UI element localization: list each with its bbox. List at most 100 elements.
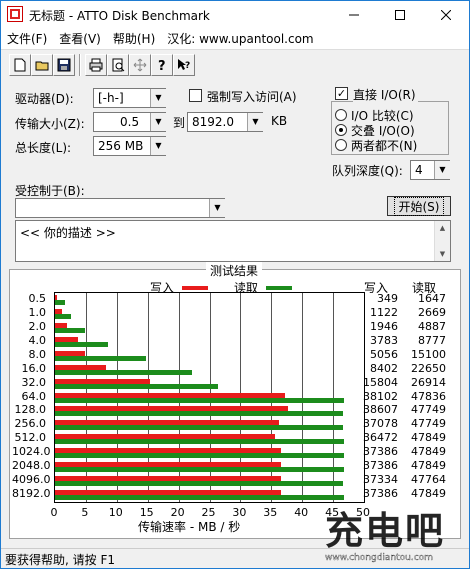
status-text: 要获得帮助, 请按 F1 bbox=[5, 553, 115, 567]
transfer-size-label: 2.0 bbox=[28, 319, 47, 333]
total-length-select[interactable]: 256 MB ▼ bbox=[93, 136, 166, 156]
svg-text:充电吧: 充电吧 bbox=[325, 509, 445, 553]
controlled-by-label: 受控制于(B): bbox=[15, 184, 85, 198]
chevron-down-icon: ▼ bbox=[150, 113, 166, 131]
read-bar bbox=[55, 313, 72, 319]
x-axis-title: 传输速率 - MB / 秒 bbox=[138, 520, 241, 534]
transfer-size-label: 4096.0 bbox=[12, 473, 51, 487]
read-bar bbox=[55, 425, 343, 431]
controlled-by-select[interactable]: ▼ bbox=[15, 198, 225, 218]
title-bar[interactable]: 无标题 - ATTO Disk Benchmark bbox=[1, 1, 469, 28]
direct-io-checkbox[interactable]: ✓ bbox=[335, 87, 348, 100]
read-bar bbox=[55, 397, 344, 403]
description-textarea[interactable]: << 你的描述 >> ▲ ▼ bbox=[15, 220, 451, 262]
neither-label: 两者都不(N) bbox=[351, 139, 418, 153]
window-title: 无标题 - ATTO Disk Benchmark bbox=[29, 9, 210, 23]
pointer-help-icon: ? bbox=[178, 59, 190, 71]
svg-text:?: ? bbox=[158, 59, 166, 72]
write-speed-value: 37386 bbox=[363, 487, 398, 501]
save-file-button[interactable] bbox=[53, 54, 75, 76]
read-speed-value: 47836 bbox=[411, 389, 446, 403]
save-disk-icon bbox=[57, 58, 71, 72]
read-bar bbox=[55, 369, 192, 375]
help-button[interactable]: ? bbox=[151, 54, 173, 76]
read-bar bbox=[55, 495, 344, 501]
queue-depth-select[interactable]: 4 ▼ bbox=[410, 160, 450, 180]
printer-icon bbox=[89, 58, 103, 72]
x-tick-label: 0 bbox=[50, 506, 58, 519]
menu-view[interactable]: 查看(V) bbox=[53, 30, 107, 47]
transfer-size-from-select[interactable]: 0.5 ▼ bbox=[93, 112, 166, 132]
x-tick-label: 35 bbox=[263, 506, 278, 519]
close-button[interactable] bbox=[423, 1, 469, 28]
bar-plot-area bbox=[54, 292, 365, 503]
results-group: 测试结果 写入 读取 写入 读取 0.5 1.0 2.0 4.0 8.0 16.0 32.0… bbox=[9, 262, 461, 539]
legend-read-swatch bbox=[266, 286, 292, 290]
maximize-button[interactable] bbox=[377, 1, 423, 28]
question-mark-icon: ? bbox=[158, 59, 166, 72]
scroll-down-icon[interactable]: ▼ bbox=[435, 247, 450, 261]
transfer-size-label: 128.0 bbox=[14, 403, 47, 417]
move-button[interactable] bbox=[129, 54, 151, 76]
description-scrollbar[interactable]: ▲ ▼ bbox=[434, 221, 450, 261]
chevron-down-icon: ▼ bbox=[150, 137, 166, 155]
move-arrows-icon bbox=[133, 58, 147, 72]
read-speed-value: 22650 bbox=[411, 361, 446, 375]
transfer-size-label: 8192.0 bbox=[12, 487, 51, 501]
transfer-size-label: 32.0 bbox=[21, 375, 47, 389]
print-button[interactable] bbox=[85, 54, 107, 76]
read-bar bbox=[55, 467, 344, 473]
overlapped-io-radio[interactable] bbox=[335, 124, 347, 136]
drive-select[interactable]: [-h-] ▼ bbox=[93, 88, 166, 108]
open-file-button[interactable] bbox=[31, 54, 53, 76]
transfer-size-label: 64.0 bbox=[21, 389, 47, 403]
transfer-size-label: 1024.0 bbox=[12, 445, 51, 459]
description-text: << 你的描述 >> bbox=[20, 226, 116, 240]
read-speed-value: 4887 bbox=[418, 319, 446, 333]
chevron-down-icon: ▼ bbox=[209, 199, 225, 217]
neither-radio[interactable] bbox=[335, 139, 347, 151]
transfer-size-to-select[interactable]: 8192.0 ▼ bbox=[187, 112, 263, 132]
transfer-size-label: 8.0 bbox=[28, 347, 47, 361]
close-icon bbox=[441, 9, 451, 20]
read-bar bbox=[55, 299, 65, 305]
transfer-to-label: 到 bbox=[173, 116, 186, 130]
toolbar: ? ? bbox=[1, 49, 469, 79]
transfer-size-label: 2048.0 bbox=[12, 459, 51, 473]
start-button[interactable]: 开始(S) bbox=[387, 196, 451, 216]
write-speed-value: 37386 bbox=[363, 445, 398, 459]
read-speed-value: 2669 bbox=[418, 305, 446, 319]
read-speed-value: 15100 bbox=[411, 347, 446, 361]
write-speed-value: 1946 bbox=[370, 319, 398, 333]
menu-localization-credit: 汉化: www.upantool.com bbox=[167, 32, 314, 46]
drive-select-value: [-h-] bbox=[98, 91, 124, 105]
menu-file[interactable]: 文件(F) bbox=[1, 30, 53, 47]
transfer-size-label: 4.0 bbox=[28, 333, 47, 347]
write-speed-value: 8402 bbox=[370, 361, 398, 375]
total-length-value: 256 MB bbox=[98, 139, 144, 153]
transfer-size-label: 传输大小(Z): bbox=[15, 117, 85, 131]
direct-io-label: 直接 I/O(R) bbox=[353, 86, 418, 103]
write-speed-value: 38102 bbox=[363, 389, 398, 403]
x-tick-label: 5 bbox=[81, 506, 89, 519]
read-speed-value: 47849 bbox=[411, 459, 446, 473]
read-speed-value: 47749 bbox=[411, 403, 446, 417]
x-tick-label: 40 bbox=[294, 506, 309, 519]
read-bar bbox=[55, 341, 109, 347]
print-preview-button[interactable] bbox=[107, 54, 129, 76]
legend-write-swatch bbox=[182, 286, 208, 290]
read-speed-value: 8777 bbox=[418, 333, 446, 347]
read-speed-value: 47849 bbox=[411, 431, 446, 445]
minimize-button[interactable] bbox=[331, 1, 377, 28]
new-file-button[interactable] bbox=[9, 54, 31, 76]
queue-depth-label: 队列深度(Q): bbox=[332, 164, 403, 178]
read-bar bbox=[55, 481, 343, 487]
transfer-size-label: 512.0 bbox=[14, 431, 47, 445]
menu-bar: 文件(F) 查看(V) 帮助(H) 汉化: www.upantool.com bbox=[1, 28, 469, 49]
menu-help[interactable]: 帮助(H) bbox=[107, 30, 161, 47]
read-speed-value: 1647 bbox=[418, 291, 446, 305]
force-write-checkbox[interactable] bbox=[189, 89, 202, 102]
io-compare-radio[interactable] bbox=[335, 109, 347, 121]
scroll-up-icon[interactable]: ▲ bbox=[435, 221, 450, 235]
context-help-button[interactable]: ? bbox=[173, 54, 195, 76]
